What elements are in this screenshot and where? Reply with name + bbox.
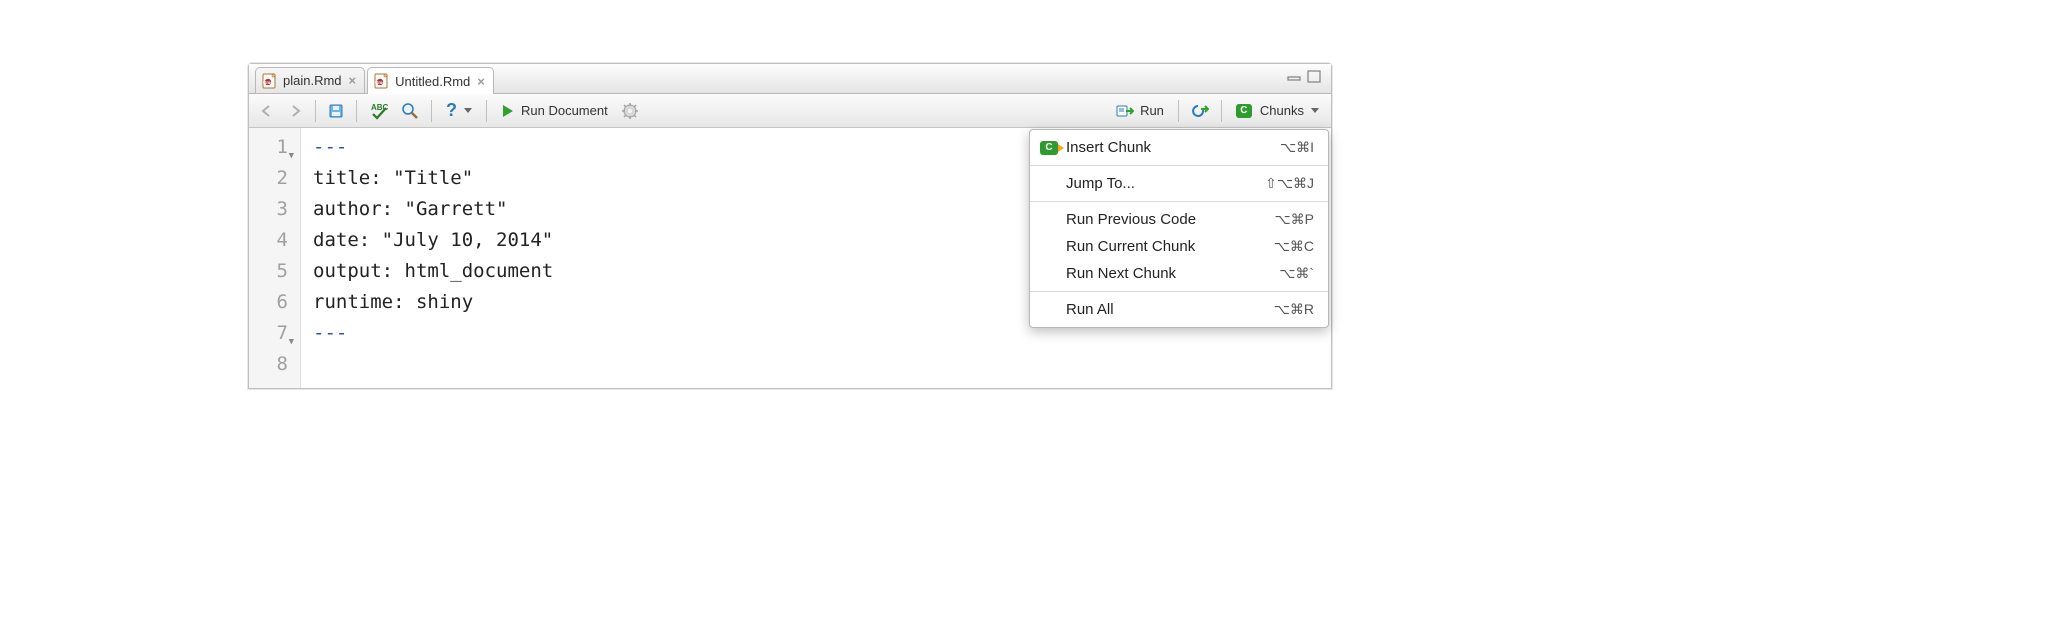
spellcheck-button[interactable]: ABC bbox=[365, 99, 393, 123]
rmd-file-icon: Rmd bbox=[262, 73, 278, 89]
svg-text:Rmd: Rmd bbox=[375, 80, 385, 85]
line-number: 3 bbox=[249, 194, 292, 225]
close-icon[interactable]: × bbox=[349, 73, 357, 88]
svg-text:ABC: ABC bbox=[371, 103, 389, 112]
tab-plain-rmd[interactable]: Rmd plain.Rmd × bbox=[255, 67, 365, 93]
line-number: 7▼ bbox=[249, 318, 292, 349]
menu-item-shortcut: ⌥⌘I bbox=[1280, 139, 1314, 156]
line-number: 8 bbox=[249, 349, 292, 380]
menu-item[interactable]: Run Current Chunk⌥⌘C bbox=[1030, 233, 1328, 260]
minimize-pane-icon[interactable] bbox=[1287, 70, 1303, 84]
rmd-file-icon: Rmd bbox=[374, 73, 390, 89]
chunk-icon: C bbox=[1236, 104, 1252, 118]
rerun-button[interactable] bbox=[1187, 99, 1213, 123]
menu-item-shortcut: ⌥⌘` bbox=[1279, 265, 1314, 282]
code-line[interactable]: runtime: shiny bbox=[313, 287, 553, 318]
run-document-label: Run Document bbox=[521, 103, 608, 118]
maximize-pane-icon[interactable] bbox=[1307, 70, 1323, 84]
code-line[interactable]: author: "Garrett" bbox=[313, 194, 553, 225]
find-button[interactable] bbox=[397, 99, 423, 123]
tab-label: Untitled.Rmd bbox=[395, 74, 470, 89]
chunks-label: Chunks bbox=[1260, 103, 1304, 118]
back-button[interactable] bbox=[255, 99, 279, 123]
chunks-menu: CInsert Chunk⌥⌘I Jump To...⇧⌥⌘J Run Previo… bbox=[1029, 129, 1329, 328]
line-gutter: 1▼234567▼8 bbox=[249, 128, 301, 388]
separator bbox=[486, 100, 487, 122]
editor-toolbar: ABC ? Run Document bbox=[249, 94, 1331, 128]
line-number: 5 bbox=[249, 256, 292, 287]
editor-panel: Rmd plain.Rmd × Rmd Untitled.Rmd × bbox=[248, 63, 1332, 389]
menu-item[interactable]: Run Previous Code⌥⌘P bbox=[1030, 206, 1328, 233]
run-document-button[interactable]: Run Document bbox=[495, 99, 614, 123]
code-line[interactable]: title: "Title" bbox=[313, 163, 553, 194]
save-button[interactable] bbox=[324, 99, 348, 123]
settings-button[interactable] bbox=[618, 99, 642, 123]
help-button[interactable]: ? bbox=[440, 99, 478, 123]
code-area[interactable]: ---title: "Title"author: "Garrett"date: … bbox=[301, 128, 553, 388]
separator bbox=[1221, 100, 1222, 122]
window-controls bbox=[1287, 70, 1323, 84]
menu-item-shortcut: ⌥⌘C bbox=[1274, 238, 1314, 255]
menu-item-shortcut: ⌥⌘P bbox=[1275, 211, 1314, 228]
menu-item-label: Insert Chunk bbox=[1062, 139, 1280, 156]
menu-item-label: Run Current Chunk bbox=[1062, 238, 1274, 255]
separator bbox=[356, 100, 357, 122]
menu-separator bbox=[1030, 201, 1328, 202]
line-number: 1▼ bbox=[249, 132, 292, 163]
menu-separator bbox=[1030, 291, 1328, 292]
code-line[interactable]: date: "July 10, 2014" bbox=[313, 225, 553, 256]
chevron-down-icon bbox=[464, 108, 472, 113]
menu-item-label: Run All bbox=[1062, 301, 1274, 318]
chunks-button[interactable]: C Chunks bbox=[1230, 99, 1325, 123]
separator bbox=[1178, 100, 1179, 122]
code-line[interactable]: --- bbox=[313, 132, 553, 163]
line-number: 4 bbox=[249, 225, 292, 256]
insert-chunk-icon: C bbox=[1040, 141, 1062, 155]
tab-bar: Rmd plain.Rmd × Rmd Untitled.Rmd × bbox=[249, 64, 1331, 94]
run-label: Run bbox=[1140, 103, 1164, 118]
menu-separator bbox=[1030, 165, 1328, 166]
line-number: 6 bbox=[249, 287, 292, 318]
chevron-down-icon bbox=[1311, 108, 1319, 113]
separator bbox=[431, 100, 432, 122]
run-button[interactable]: Run bbox=[1110, 99, 1170, 123]
svg-text:Rmd: Rmd bbox=[263, 80, 273, 85]
code-line[interactable]: --- bbox=[313, 318, 553, 349]
forward-button[interactable] bbox=[283, 99, 307, 123]
menu-item[interactable]: Run All⌥⌘R bbox=[1030, 296, 1328, 323]
menu-item[interactable]: Run Next Chunk⌥⌘` bbox=[1030, 260, 1328, 287]
close-icon[interactable]: × bbox=[477, 74, 485, 89]
menu-item-label: Jump To... bbox=[1062, 175, 1265, 192]
menu-item-label: Run Previous Code bbox=[1062, 211, 1275, 228]
code-line[interactable] bbox=[313, 349, 553, 380]
menu-item-label: Run Next Chunk bbox=[1062, 265, 1279, 282]
separator bbox=[315, 100, 316, 122]
menu-item-shortcut: ⇧⌥⌘J bbox=[1265, 175, 1314, 192]
menu-item-shortcut: ⌥⌘R bbox=[1274, 301, 1314, 318]
menu-item[interactable]: CInsert Chunk⌥⌘I bbox=[1030, 134, 1328, 161]
tab-label: plain.Rmd bbox=[283, 73, 342, 88]
line-number: 2 bbox=[249, 163, 292, 194]
code-line[interactable]: output: html_document bbox=[313, 256, 553, 287]
tab-untitled-rmd[interactable]: Rmd Untitled.Rmd × bbox=[367, 67, 494, 94]
menu-item[interactable]: Jump To...⇧⌥⌘J bbox=[1030, 170, 1328, 197]
